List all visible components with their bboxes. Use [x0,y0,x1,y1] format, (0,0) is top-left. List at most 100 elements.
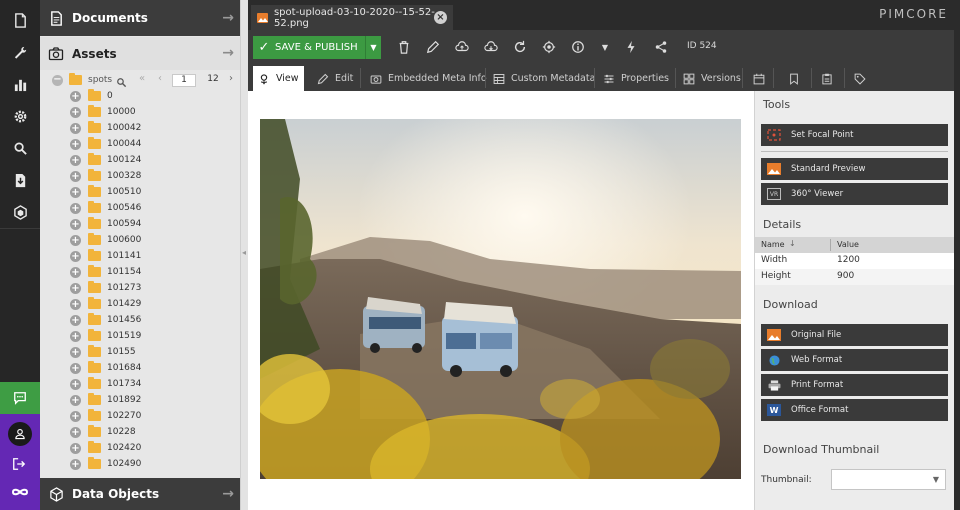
infinity-icon[interactable] [6,484,34,504]
tree-item[interactable]: +101456 [70,312,141,328]
wrench-icon[interactable] [0,37,40,67]
arrow-right-icon[interactable]: → [222,10,234,26]
page-input[interactable]: 1 [172,74,196,87]
tree-item[interactable]: +101429 [70,296,141,312]
tab-notes[interactable] [816,66,844,91]
expand-icon[interactable]: + [70,234,81,246]
tree-item[interactable]: +0 [70,88,113,104]
tab-custom-metadata[interactable]: Custom Metadata [488,66,600,91]
share-icon[interactable] [651,37,671,57]
expand-icon[interactable]: + [70,186,81,198]
office-format-button[interactable]: W Office Format [761,399,948,421]
first-page-icon[interactable]: « [139,73,145,84]
locate-icon[interactable] [539,37,559,57]
tab-tags[interactable] [849,66,877,91]
upload-icon[interactable] [452,37,472,57]
expand-icon[interactable]: + [70,346,81,358]
info-icon[interactable] [568,37,588,57]
expand-icon[interactable]: + [70,378,81,390]
chart-icon[interactable] [0,69,40,99]
expand-icon[interactable]: + [70,106,81,118]
bolt-icon[interactable] [621,37,641,57]
tree-item[interactable]: +101273 [70,280,141,296]
close-icon[interactable]: × [434,11,447,24]
reload-icon[interactable] [510,37,530,57]
print-format-button[interactable]: Print Format [761,374,948,396]
standard-preview-button[interactable]: Standard Preview [761,158,948,180]
user-icon[interactable] [8,422,32,446]
tree-item[interactable]: +100546 [70,200,141,216]
collapse-icon[interactable]: − [52,74,63,86]
expand-icon[interactable]: + [70,138,81,150]
data-objects-header[interactable]: Data Objects → [40,478,240,510]
expand-icon[interactable]: + [70,458,81,470]
tree-item[interactable]: +102420 [70,440,141,456]
expand-icon[interactable]: + [70,314,81,326]
tab-embedded-meta[interactable]: Embedded Meta Info [365,66,492,91]
search-icon[interactable] [116,73,127,92]
tree-root-node[interactable]: − spots [52,72,112,88]
tree-item[interactable]: +10228 [70,424,136,440]
prev-page-icon[interactable]: ‹ [158,73,162,84]
tree-item[interactable]: +101684 [70,360,141,376]
search-icon[interactable] [0,133,40,163]
chevron-down-icon[interactable]: ▼ [933,475,939,484]
cube-icon[interactable] [0,197,40,227]
tree-item[interactable]: +100328 [70,168,141,184]
tree-item[interactable]: +101154 [70,264,141,280]
expand-icon[interactable]: + [70,250,81,262]
tree-item[interactable]: +101519 [70,328,141,344]
tree-item[interactable]: +100044 [70,136,141,152]
expand-icon[interactable]: + [70,122,81,134]
tab-edit[interactable]: Edit [312,66,358,91]
details-col-value[interactable]: Value [837,240,859,249]
logout-icon[interactable] [12,456,26,475]
expand-icon[interactable]: + [70,426,81,438]
tree-item[interactable]: +100600 [70,232,141,248]
set-focal-point-button[interactable]: Set Focal Point [761,124,948,146]
tab-bookmark[interactable] [783,66,811,91]
tab-versions[interactable]: Versions [678,66,746,91]
tree-item[interactable]: +100510 [70,184,141,200]
gear-icon[interactable] [0,101,40,131]
tree-item[interactable]: +100594 [70,216,141,232]
pencil-icon[interactable] [423,37,443,57]
expand-icon[interactable]: + [70,394,81,406]
tree-item[interactable]: +100042 [70,120,141,136]
tab-view[interactable]: View [253,66,304,91]
expand-icon[interactable]: + [70,170,81,182]
tree-item[interactable]: +10155 [70,344,136,360]
chat-icon[interactable] [0,382,40,414]
expand-icon[interactable]: + [70,154,81,166]
web-format-button[interactable]: Web Format [761,349,948,371]
tree-item[interactable]: +101141 [70,248,141,264]
cloud-download-icon[interactable] [481,37,501,57]
tree-item[interactable]: +101892 [70,392,141,408]
expand-icon[interactable]: + [70,282,81,294]
expand-icon[interactable]: + [70,330,81,342]
panel-splitter[interactable]: ◂ [240,0,248,510]
tab-schedule[interactable] [748,66,776,91]
arrow-right-icon[interactable]: → [222,486,234,502]
expand-icon[interactable]: + [70,298,81,310]
collapse-handle-icon[interactable]: ◂ [242,248,247,268]
tree-item[interactable]: +102490 [70,456,141,472]
next-page-icon[interactable]: › [229,73,233,84]
expand-icon[interactable]: + [70,266,81,278]
thumbnail-select[interactable]: ▼ [831,469,946,490]
expand-icon[interactable]: + [70,410,81,422]
chevron-down-icon[interactable]: ▼ [365,36,381,59]
assets-header[interactable]: Assets → [40,37,240,70]
expand-icon[interactable]: + [70,202,81,214]
expand-icon[interactable]: + [70,218,81,230]
expand-icon[interactable]: + [70,362,81,374]
window-scrollbar[interactable] [954,30,960,510]
expand-icon[interactable]: + [70,90,81,102]
file-icon[interactable] [0,5,40,35]
trash-icon[interactable] [394,37,414,57]
tab-asset[interactable]: spot-upload-03-10-2020--15-52-52.png × [251,5,453,30]
arrow-right-icon[interactable]: → [222,45,234,61]
details-col-name[interactable]: Name [761,240,785,249]
tree-item[interactable]: +10000 [70,104,136,120]
tab-properties[interactable]: Properties [598,66,674,91]
